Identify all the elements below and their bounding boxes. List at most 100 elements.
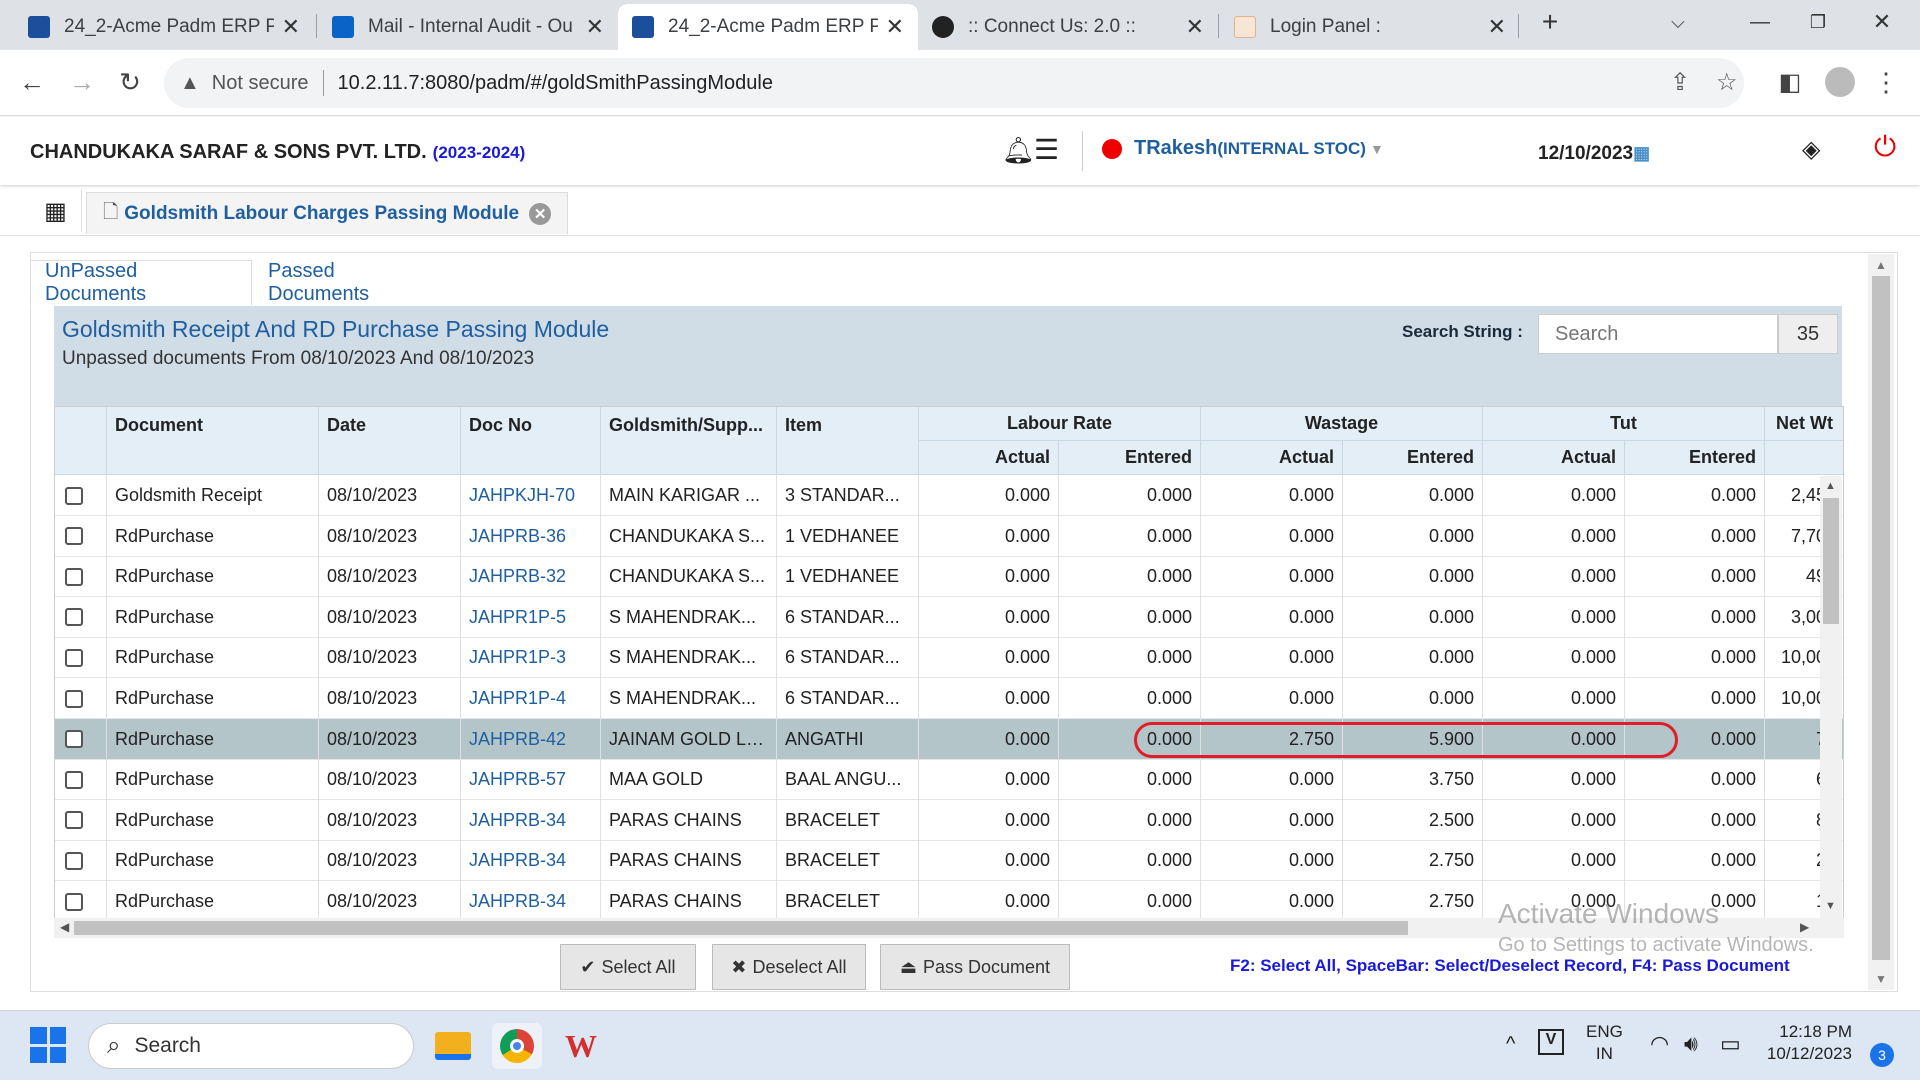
browser-menu-icon[interactable]: ⋮ xyxy=(1866,62,1906,102)
bookmark-star-icon[interactable]: ☆ xyxy=(1716,68,1738,97)
cell-doc-no[interactable]: JAHPR1P-4 xyxy=(461,678,601,719)
browser-tab-1[interactable]: 24_2-Acme Padm ERP Pla ✕ xyxy=(14,4,314,50)
reload-icon[interactable]: ↻ xyxy=(110,62,150,102)
table-row[interactable]: RdPurchase 08/10/2023 JAHPRB-34 PARAS CHAIN… xyxy=(55,799,1843,841)
forward-icon[interactable]: → xyxy=(62,62,102,102)
taskbar-search[interactable]: ⌕ Search xyxy=(88,1023,414,1069)
select-cell[interactable] xyxy=(55,678,107,719)
select-cell[interactable] xyxy=(55,799,107,841)
wps-office-icon[interactable]: W xyxy=(556,1023,606,1069)
select-cell[interactable] xyxy=(55,475,107,516)
row-checkbox[interactable] xyxy=(65,567,83,586)
cell-doc-no[interactable]: JAHPKJH-70 xyxy=(461,475,601,516)
restore-icon[interactable]: ❐ xyxy=(1788,0,1848,44)
close-module-icon[interactable]: ✕ xyxy=(529,202,552,225)
browser-tab-4[interactable]: :: Connect Us: 2.0 :: ✕ xyxy=(918,4,1218,50)
chrome-icon[interactable] xyxy=(492,1023,542,1069)
row-checkbox[interactable] xyxy=(65,851,83,870)
new-tab-icon[interactable]: + xyxy=(1520,0,1580,44)
calendar-icon[interactable]: ▦ xyxy=(1633,143,1650,163)
tab-search-icon[interactable]: ⌵ xyxy=(1648,0,1708,44)
file-explorer-icon[interactable] xyxy=(428,1023,478,1069)
cell-doc-no[interactable]: JAHPR1P-3 xyxy=(461,637,601,679)
header-t-entered[interactable]: Entered xyxy=(1625,441,1765,475)
browser-tab-3[interactable]: 24_2-Acme Padm ERP Pla ✕ xyxy=(618,4,918,50)
back-icon[interactable]: ← xyxy=(12,62,52,102)
module-tab[interactable]: 🗋︎ Goldsmith Labour Charges Passing Modu… xyxy=(86,192,569,234)
scroll-up-icon[interactable]: ▲ xyxy=(1868,258,1894,272)
scroll-thumb[interactable] xyxy=(1823,498,1839,624)
omnibox[interactable]: ▲ Not secure 10.2.11.7:8080/padm/#/goldS… xyxy=(164,58,1744,108)
close-tab-icon[interactable]: ✕ xyxy=(282,14,300,40)
row-checkbox[interactable] xyxy=(65,486,83,505)
header-document[interactable]: Document xyxy=(107,407,319,475)
power-icon[interactable]: ⏻ xyxy=(1874,131,1896,164)
select-cell[interactable] xyxy=(55,556,107,598)
table-row[interactable]: RdPurchase 08/10/2023 JAHPRB-32 CHANDUKAKA … xyxy=(55,556,1843,598)
apps-grid-icon[interactable]: ▦ xyxy=(30,190,82,232)
row-checkbox[interactable] xyxy=(65,527,83,546)
profile-icon[interactable] xyxy=(1820,62,1860,102)
deselect-all-button[interactable]: ✖ Deselect All xyxy=(712,944,866,990)
close-tab-icon[interactable]: ✕ xyxy=(1186,14,1204,40)
cell-doc-no[interactable]: JAHPRB-42 xyxy=(461,718,601,760)
close-tab-icon[interactable]: ✕ xyxy=(886,14,904,40)
header-lr-actual[interactable]: Actual xyxy=(919,441,1059,475)
header-date[interactable]: 12/10/2023▦ xyxy=(1538,143,1650,165)
cell-doc-no[interactable]: JAHPRB-32 xyxy=(461,556,601,598)
show-hidden-icons[interactable]: ^ xyxy=(1506,1033,1515,1056)
scroll-down-icon[interactable]: ▼ xyxy=(1825,900,1836,912)
close-tab-icon[interactable]: ✕ xyxy=(1488,14,1506,40)
wifi-icon[interactable]: ◠ xyxy=(1650,1031,1669,1057)
table-row[interactable]: Goldsmith Receipt 08/10/2023 JAHPKJH-70 MAI… xyxy=(55,475,1843,516)
cell-doc-no[interactable]: JAHPRB-34 xyxy=(461,799,601,841)
header-item[interactable]: Item xyxy=(777,407,919,475)
language-indicator[interactable]: ENG IN xyxy=(1586,1021,1623,1065)
table-vertical-scrollbar[interactable]: ▲ ▼ xyxy=(1820,476,1842,918)
header-lr-entered[interactable]: Entered xyxy=(1059,441,1201,475)
page-vertical-scrollbar[interactable]: ▲ ▼ xyxy=(1868,254,1894,990)
row-checkbox[interactable] xyxy=(65,892,83,911)
cell-doc-no[interactable]: JAHPRB-57 xyxy=(461,759,601,801)
cell-doc-no[interactable]: JAHPRB-34 xyxy=(461,840,601,882)
header-tut[interactable]: Tut xyxy=(1483,407,1765,441)
cell-doc-no[interactable]: JAHPRB-36 xyxy=(461,515,601,557)
table-row[interactable]: RdPurchase 08/10/2023 JAHPRB-34 PARAS CHAIN… xyxy=(55,840,1843,882)
header-labour-rate[interactable]: Labour Rate xyxy=(919,407,1201,441)
close-tab-icon[interactable]: ✕ xyxy=(586,14,604,40)
row-checkbox[interactable] xyxy=(65,689,83,708)
tab-passed-documents[interactable]: Passed Documents xyxy=(254,260,454,306)
scroll-thumb[interactable] xyxy=(74,921,1408,935)
header-date[interactable]: Date xyxy=(319,407,461,475)
notification-badge[interactable]: 3 xyxy=(1870,1043,1894,1067)
select-cell[interactable] xyxy=(55,637,107,679)
close-window-icon[interactable]: ✕ xyxy=(1852,0,1912,44)
share-icon[interactable]: ⇪ xyxy=(1670,68,1690,97)
select-cell[interactable] xyxy=(55,881,107,922)
row-checkbox[interactable] xyxy=(65,730,83,749)
header-net-wt-sub[interactable] xyxy=(1765,441,1843,475)
scroll-down-icon[interactable]: ▼ xyxy=(1868,972,1894,986)
scroll-left-icon[interactable]: ◀ xyxy=(60,920,69,934)
table-row[interactable]: RdPurchase 08/10/2023 JAHPRB-57 MAA GOLD BAA… xyxy=(55,759,1843,801)
scroll-thumb[interactable] xyxy=(1872,276,1890,960)
select-all-button[interactable]: ✔ Select All xyxy=(560,944,696,990)
tally-app-icon[interactable]: V xyxy=(1538,1029,1564,1055)
browser-tab-2[interactable]: Mail - Internal Audit - Ou ✕ xyxy=(318,4,618,50)
table-row[interactable]: RdPurchase 08/10/2023 JAHPRB-36 CHANDUKAKA … xyxy=(55,515,1843,557)
table-row[interactable]: RdPurchase 08/10/2023 JAHPR1P-3 S MAHENDRAK… xyxy=(55,637,1843,679)
bell-icon[interactable]: 🔔︎ xyxy=(1002,135,1035,166)
select-cell[interactable] xyxy=(55,718,107,760)
search-input[interactable] xyxy=(1538,314,1778,354)
hide-eye-icon[interactable]: ◈ xyxy=(1802,135,1820,164)
cell-doc-no[interactable]: JAHPR1P-5 xyxy=(461,596,601,638)
header-w-actual[interactable]: Actual xyxy=(1201,441,1343,475)
tab-unpassed-documents[interactable]: UnPassed Documents xyxy=(30,260,252,306)
table-row[interactable]: RdPurchase 08/10/2023 JAHPR1P-5 S MAHENDRAK… xyxy=(55,596,1843,638)
user-dropdown[interactable]: TRakesh (INTERNAL STOC) ▼ xyxy=(1102,137,1384,160)
select-cell[interactable] xyxy=(55,759,107,801)
browser-tab-5[interactable]: Login Panel : ✕ xyxy=(1220,4,1520,50)
row-checkbox[interactable] xyxy=(65,648,83,667)
header-goldsmith[interactable]: Goldsmith/Supp... xyxy=(601,407,777,475)
header-t-actual[interactable]: Actual xyxy=(1483,441,1625,475)
